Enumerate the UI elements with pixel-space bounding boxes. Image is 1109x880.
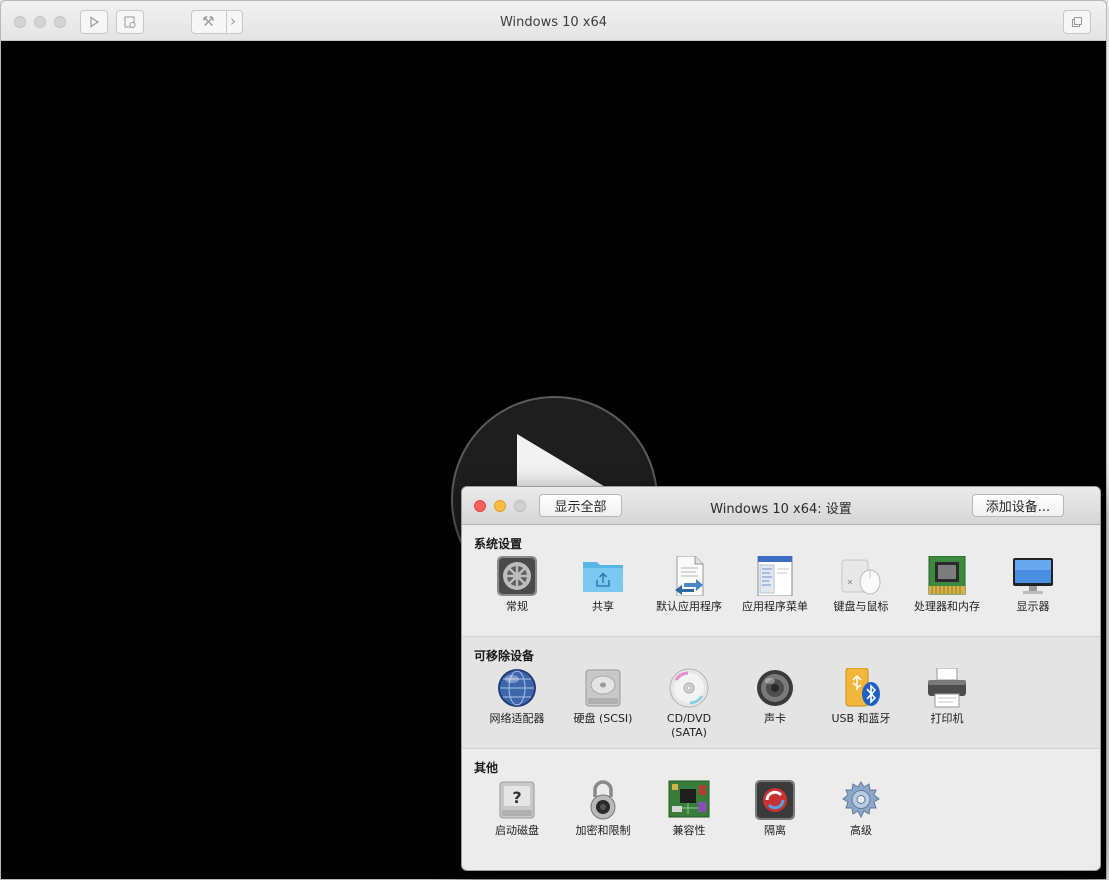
pref-isolation[interactable]: 隔离 <box>732 780 818 838</box>
hard-disk-icon <box>585 669 621 707</box>
settings-window: 显示全部 Windows 10 x64: 设置 添加设备... 系统设置 常规 <box>461 486 1101 871</box>
pref-sharing[interactable]: 共享 <box>560 556 646 614</box>
pref-applications-menu[interactable]: 应用程序菜单 <box>732 556 818 614</box>
section-title: 其他 <box>474 761 499 775</box>
window-copy-icon <box>1072 17 1082 27</box>
pref-label: 兼容性 <box>672 824 706 837</box>
device-hard-disk[interactable]: 硬盘 (SCSI) <box>560 668 646 726</box>
pref-keyboard-mouse[interactable]: 键盘与鼠标 <box>818 556 904 614</box>
settings-minimize-button[interactable] <box>494 500 506 512</box>
pref-cpu-memory[interactable]: 处理器和内存 <box>904 556 990 614</box>
gear-icon <box>497 556 537 596</box>
pref-label: 共享 <box>592 600 614 613</box>
device-sound[interactable]: 声卡 <box>732 668 818 726</box>
device-cd-dvd[interactable]: CD/DVD (SATA) <box>646 668 732 740</box>
settings-close-button[interactable] <box>474 500 486 512</box>
show-all-button[interactable]: 显示全部 <box>539 494 622 517</box>
vm-titlebar: ⚒ › Windows 10 x64 <box>1 1 1106 41</box>
pref-general[interactable]: 常规 <box>474 556 560 614</box>
keyboard-mouse-icon <box>841 559 881 595</box>
pref-advanced[interactable]: 高级 <box>818 780 904 838</box>
pref-label: 处理器和内存 <box>914 600 980 613</box>
section-other: 其他 ? 启动磁盘 加密和限制 兼容性 隔离 高级 <box>462 749 1100 870</box>
pref-label: 键盘与鼠标 <box>833 600 889 613</box>
svg-text:?: ? <box>512 788 521 807</box>
device-label: 硬盘 (SCSI) <box>573 712 633 725</box>
device-label: CD/DVD (SATA) <box>666 712 712 739</box>
pref-compatibility[interactable]: 兼容性 <box>646 780 732 838</box>
usb-bluetooth-icon <box>845 668 880 707</box>
pref-boot-disk[interactable]: ? 启动磁盘 <box>474 780 560 838</box>
device-network[interactable]: 网络适配器 <box>474 668 560 726</box>
device-label: 打印机 <box>930 712 964 725</box>
boot-disk-icon: ? <box>499 781 535 819</box>
settings-zoom-button <box>514 500 526 512</box>
section-system: 系统设置 常规 共享 默认应用程序 应用程序菜单 键盘与鼠标 处理器和内存 显示… <box>462 525 1100 637</box>
lock-icon <box>590 780 616 820</box>
isolation-icon <box>755 780 795 820</box>
section-title: 可移除设备 <box>474 649 535 663</box>
pref-default-apps[interactable]: 默认应用程序 <box>646 556 732 614</box>
device-label: 网络适配器 <box>489 712 545 725</box>
vm-window-title: Windows 10 x64 <box>499 15 608 30</box>
section-removable: 可移除设备 网络适配器 硬盘 (SCSI) CD/DVD (SATA) 声卡 U… <box>462 637 1100 749</box>
pref-label: 隔离 <box>764 824 786 837</box>
network-globe-icon <box>498 669 536 707</box>
gear-icon <box>842 781 880 819</box>
device-label: 声卡 <box>764 712 786 725</box>
pref-label: 应用程序菜单 <box>742 600 808 613</box>
pref-label: 加密和限制 <box>575 824 631 837</box>
device-printer[interactable]: 打印机 <box>904 668 990 726</box>
pref-label: 显示器 <box>1016 600 1050 613</box>
add-device-button[interactable]: 添加设备... <box>972 494 1064 517</box>
cpu-memory-icon <box>928 556 966 595</box>
circuit-board-icon <box>668 780 710 818</box>
shared-folder-icon <box>583 562 623 592</box>
device-usb-bluetooth[interactable]: USB 和蓝牙 <box>818 668 904 726</box>
speaker-icon <box>757 670 793 706</box>
pref-label: 常规 <box>506 600 528 613</box>
coherence-button[interactable] <box>1063 10 1091 34</box>
monitor-icon <box>1013 558 1053 594</box>
pref-label: 高级 <box>850 824 872 837</box>
document-arrows-icon <box>675 556 704 596</box>
cd-disc-icon <box>669 668 709 708</box>
application-menu-icon <box>757 556 793 596</box>
pref-label: 默认应用程序 <box>656 600 722 613</box>
settings-title: Windows 10 x64: 设置 <box>710 502 852 517</box>
pref-security[interactable]: 加密和限制 <box>560 780 646 838</box>
pref-display[interactable]: 显示器 <box>990 556 1076 614</box>
section-title: 系统设置 <box>474 537 523 551</box>
device-label: USB 和蓝牙 <box>831 712 891 725</box>
printer-icon <box>928 668 966 708</box>
pref-label: 启动磁盘 <box>495 824 539 837</box>
settings-titlebar: 显示全部 Windows 10 x64: 设置 添加设备... <box>462 487 1100 525</box>
